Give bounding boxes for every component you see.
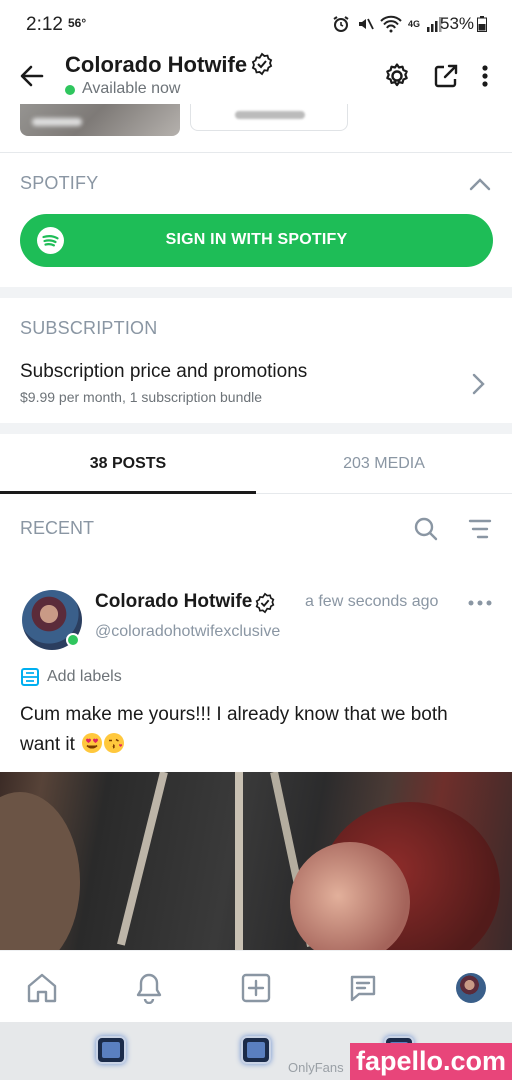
nav-home[interactable] [25, 971, 59, 1005]
highlight-thumbnail[interactable] [20, 104, 180, 136]
sort-button[interactable] [464, 513, 496, 545]
sort-icon [468, 519, 492, 539]
add-labels-button[interactable]: Add labels [47, 668, 122, 686]
status-temperature: 56° [68, 16, 87, 30]
subscription-row-title[interactable]: Subscription price and promotions [20, 361, 307, 383]
profile-header: Colorado Hotwife Available now [0, 48, 512, 104]
subscription-section: SUBSCRIPTION Subscription price and prom… [0, 298, 512, 423]
status-icons: 4G [332, 14, 444, 34]
alarm-icon [333, 16, 349, 32]
mute-icon [359, 18, 374, 30]
verified-icon [255, 592, 275, 614]
watermark: fapello.com [350, 1043, 512, 1080]
settings-icon [386, 63, 408, 87]
subscription-section-title: SUBSCRIPTION [20, 318, 158, 338]
4g-icon: 4G [408, 19, 421, 29]
section-separator [0, 423, 512, 434]
recent-bar: RECENT [0, 494, 512, 560]
nav-notifications[interactable] [132, 971, 166, 1005]
heart-eyes-emoji [82, 733, 103, 753]
share-button[interactable] [430, 60, 462, 92]
home-icon [27, 973, 57, 1003]
online-status-dot [65, 85, 75, 95]
kiss-emoji [104, 733, 125, 753]
section-separator [0, 287, 512, 298]
back-button[interactable] [16, 60, 48, 92]
battery-percent: 53% [440, 14, 475, 33]
profile-tabs: 38 POSTS 203 MEDIA [0, 434, 512, 494]
highlights-strip [0, 104, 512, 152]
chevron-up-icon[interactable] [466, 171, 494, 199]
more-options-button[interactable] [469, 60, 501, 92]
more-horizontal-icon[interactable] [466, 592, 494, 614]
spotify-section: SPOTIFY SIGN IN WITH SPOTIFY [0, 153, 512, 287]
more-vertical-icon [482, 65, 488, 87]
system-app-icon[interactable] [241, 1036, 271, 1064]
profile-name: Colorado Hotwife [65, 52, 248, 77]
search-button[interactable] [410, 513, 442, 545]
system-app-label: OnlyFans [288, 1060, 344, 1075]
spotify-section-title: SPOTIFY [20, 173, 99, 193]
tab-media[interactable]: 203 MEDIA [256, 434, 512, 494]
nav-profile-avatar[interactable] [456, 973, 486, 1003]
label-icon[interactable] [20, 667, 40, 687]
post-author-name[interactable]: Colorado Hotwife [95, 591, 252, 613]
spotify-signin-button[interactable]: SIGN IN WITH SPOTIFY [20, 214, 493, 267]
wifi-icon [380, 15, 402, 33]
add-post-icon [241, 973, 271, 1003]
share-icon [434, 64, 458, 88]
highlight-card[interactable] [190, 104, 348, 131]
post-timestamp: a few seconds ago [305, 593, 439, 610]
bell-icon [136, 973, 162, 1004]
battery-icon [477, 16, 487, 32]
post-text-block: Cum make me yours!!! I already know that… [20, 700, 490, 760]
nav-add-post[interactable] [239, 971, 273, 1005]
verified-icon [251, 52, 273, 76]
back-arrow-icon [20, 65, 44, 87]
post-card: Colorado Hotwife a few seconds ago @colo… [0, 560, 512, 950]
chevron-right-icon[interactable] [466, 370, 490, 398]
messages-icon [350, 975, 376, 1002]
status-time: 2:12 [26, 14, 63, 35]
bottom-navigation [0, 950, 512, 1022]
spotify-signin-label: SIGN IN WITH SPOTIFY [165, 231, 348, 248]
status-bar: 2:12 56° 4G 53% [0, 0, 512, 48]
search-icon [414, 517, 438, 541]
nav-messages[interactable] [346, 971, 380, 1005]
online-status-dot [66, 633, 80, 647]
post-author-handle[interactable]: @coloradohotwifexclusive [95, 623, 280, 641]
recent-title: RECENT [20, 518, 95, 538]
profile-status: Available now [82, 80, 181, 97]
tab-posts[interactable]: 38 POSTS [0, 434, 256, 494]
settings-button[interactable] [381, 60, 413, 92]
system-app-icon[interactable] [96, 1036, 126, 1064]
post-media-image[interactable] [0, 772, 512, 950]
subscription-row-subtitle: $9.99 per month, 1 subscription bundle [20, 389, 263, 405]
